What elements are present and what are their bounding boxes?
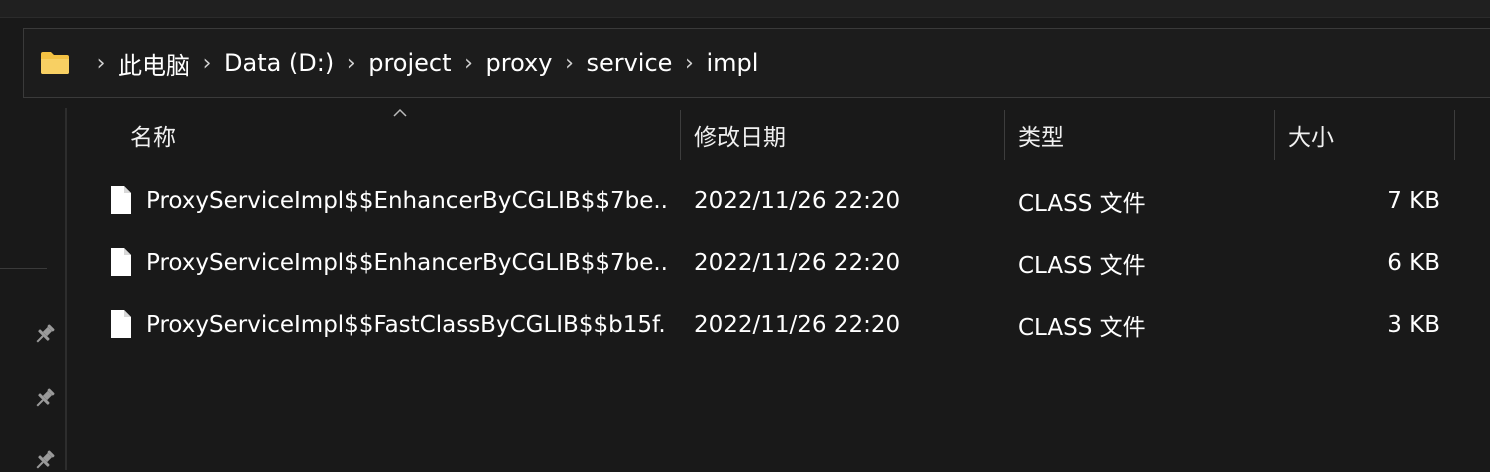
column-header-name[interactable]: 名称 <box>130 110 176 160</box>
chevron-right-icon[interactable]: › <box>672 51 706 76</box>
breadcrumb-item-data-drive[interactable]: Data (D:) <box>224 49 334 77</box>
file-name: ProxyServiceImpl$$EnhancerByCGLIB$$7be..… <box>146 188 666 214</box>
file-size: 7 KB <box>1387 188 1440 214</box>
file-name: ProxyServiceImpl$$FastClassByCGLIB$$b15f… <box>146 312 666 338</box>
file-row[interactable]: ProxyServiceImpl$$EnhancerByCGLIB$$7be..… <box>68 170 1490 232</box>
chevron-right-icon[interactable]: › <box>190 51 224 76</box>
pane-splitter[interactable] <box>65 108 67 470</box>
chevron-right-icon[interactable]: › <box>84 51 118 76</box>
pin-icon[interactable] <box>33 448 57 472</box>
chevron-right-icon[interactable]: › <box>334 51 368 76</box>
file-date: 2022/11/26 22:20 <box>694 250 901 276</box>
file-type: CLASS 文件 <box>1018 315 1146 341</box>
folder-icon <box>41 52 69 74</box>
column-resize-handle[interactable] <box>1454 110 1455 160</box>
breadcrumb-item-project[interactable]: project <box>368 49 451 77</box>
breadcrumb-item-this-pc[interactable]: 此电脑 <box>118 46 190 81</box>
column-header-date[interactable]: 修改日期 <box>694 110 786 160</box>
column-resize-handle[interactable] <box>1274 110 1275 160</box>
breadcrumb-item-impl[interactable]: impl <box>706 49 758 77</box>
file-date: 2022/11/26 22:20 <box>694 312 901 338</box>
address-bar[interactable]: › 此电脑 › Data (D:) › project › proxy › se… <box>23 28 1490 98</box>
file-size: 6 KB <box>1387 250 1440 276</box>
title-bar-strip <box>0 0 1490 18</box>
file-name: ProxyServiceImpl$$EnhancerByCGLIB$$7be..… <box>146 250 666 276</box>
file-row[interactable]: ProxyServiceImpl$$EnhancerByCGLIB$$7be..… <box>68 232 1490 294</box>
file-icon <box>111 248 131 276</box>
file-icon <box>111 186 131 214</box>
file-size: 3 KB <box>1387 312 1440 338</box>
chevron-right-icon[interactable]: › <box>552 51 586 76</box>
breadcrumb-item-service[interactable]: service <box>586 49 672 77</box>
file-date: 2022/11/26 22:20 <box>694 188 901 214</box>
column-resize-handle[interactable] <box>1004 110 1005 160</box>
pin-icon[interactable] <box>33 386 57 410</box>
chevron-right-icon[interactable]: › <box>452 51 486 76</box>
file-list: ProxyServiceImpl$$EnhancerByCGLIB$$7be..… <box>68 170 1490 356</box>
navigation-pane-divider <box>0 268 47 269</box>
pin-icon[interactable] <box>33 322 57 346</box>
file-row[interactable]: ProxyServiceImpl$$FastClassByCGLIB$$b15f… <box>68 294 1490 356</box>
file-type: CLASS 文件 <box>1018 191 1146 217</box>
breadcrumb-item-proxy[interactable]: proxy <box>486 49 553 77</box>
file-type: CLASS 文件 <box>1018 253 1146 279</box>
breadcrumb: › 此电脑 › Data (D:) › project › proxy › se… <box>84 29 759 97</box>
column-header-type[interactable]: 类型 <box>1018 110 1064 160</box>
column-header-row: 名称 修改日期 类型 大小 <box>68 110 1490 160</box>
file-icon <box>111 310 131 338</box>
column-header-size[interactable]: 大小 <box>1288 110 1334 160</box>
column-resize-handle[interactable] <box>680 110 681 160</box>
